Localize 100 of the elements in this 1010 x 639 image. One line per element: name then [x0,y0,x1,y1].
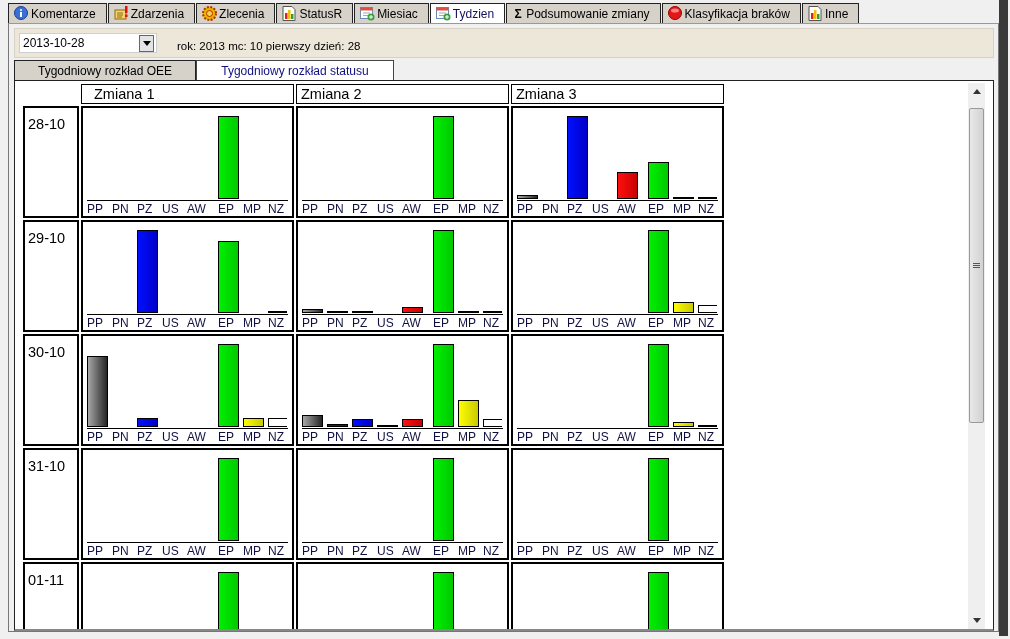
axis-label: PN [542,430,560,444]
tab[interactable]: Inne [801,3,860,23]
axis-label: PN [327,544,345,558]
tab[interactable]: Miesiac [354,3,429,23]
axis-label: EP [218,202,235,216]
axis-label: US [162,430,180,444]
axis-label: PP [87,544,104,558]
axis-label: NZ [268,544,285,558]
axis-label: PP [517,316,534,330]
axis-label: AW [187,430,207,444]
axis-label: PN [112,202,130,216]
axis-label: US [377,544,395,558]
axis-label: PP [87,316,104,330]
axis-label: PZ [352,202,369,216]
axis-label: MP [673,430,692,444]
axis-label: MP [243,316,262,330]
axis-label: AW [402,202,422,216]
axis-label: PZ [137,316,154,330]
dropdown-button[interactable] [139,34,154,52]
row-header: 30-10 [23,334,79,446]
axis-label: MP [243,544,262,558]
row-header: 31-10 [23,448,79,560]
axis-label: PN [327,430,345,444]
axis-label: AW [187,544,207,558]
axis-label: MP [458,430,477,444]
axis-label: EP [433,202,450,216]
tab[interactable]: Zdarzenia [107,3,196,23]
date-combo[interactable]: 2013-10-28 [19,33,157,53]
scroll-up-icon[interactable] [972,89,981,94]
axis-label: NZ [268,430,285,444]
bar [648,572,669,629]
axis-label: PZ [567,316,584,330]
bar [218,572,239,629]
axis-label: NZ [698,430,715,444]
axis-label: MP [673,316,692,330]
scrollbar[interactable] [968,83,985,629]
tab[interactable]: Zlecenia [196,3,276,23]
axis-label: US [592,430,610,444]
axis-label: NZ [268,316,285,330]
axis-label: AW [402,316,422,330]
axis-label: PZ [567,202,584,216]
axis-label: NZ [483,202,500,216]
axis-label: EP [648,544,665,558]
axis-label: EP [433,430,450,444]
axis-label: PZ [137,202,154,216]
axis-label: EP [433,316,450,330]
axis-label: MP [673,544,692,558]
axis-label: PN [112,316,130,330]
bar [433,572,454,629]
axis-label: PZ [137,430,154,444]
axis-label: EP [433,544,450,558]
subtab[interactable]: Tygodniowy rozkład statusu [196,60,394,80]
axis-label: PP [517,202,534,216]
axis-label: PN [327,316,345,330]
axis-label: PZ [352,316,369,330]
axis-label: PP [87,202,104,216]
column-header: Zmiana 3 [511,84,724,104]
axis-label: AW [402,544,422,558]
axis-label: EP [218,316,235,330]
axis-label: PZ [567,430,584,444]
axis-label: PZ [352,430,369,444]
scroll-down-icon[interactable] [972,618,981,623]
axis-label: EP [218,430,235,444]
axis-label: PZ [567,544,584,558]
axis-label: NZ [698,202,715,216]
axis-label: MP [243,430,262,444]
axis-label: MP [673,202,692,216]
axis-label: EP [648,430,665,444]
tab[interactable]: Σ Podsumowanie zmiany [506,3,661,23]
axis-label: PZ [352,544,369,558]
axis-label: US [592,202,610,216]
axis-label: US [377,316,395,330]
grip-icon [973,262,980,269]
subtab[interactable]: Tygodniowy rozkład OEE [14,60,196,80]
axis-label: PN [327,202,345,216]
scroll-thumb[interactable] [969,108,984,423]
axis-label: PP [302,430,319,444]
note-icon [113,6,129,21]
axis-label: AW [617,202,637,216]
gear-icon [202,6,218,21]
ball-icon [667,6,683,21]
calendar-icon [435,6,451,21]
axis-label: US [162,316,180,330]
tab[interactable]: Komentarze [8,3,107,23]
axis-label: NZ [483,544,500,558]
axis-label: US [377,202,395,216]
tab[interactable]: Tydzien [429,3,506,23]
calendar-icon [360,6,376,21]
axis-label: NZ [698,544,715,558]
axis-label: NZ [483,316,500,330]
axis-label: US [592,544,610,558]
bar-chart-icon [282,6,298,21]
axis-label: AW [402,430,422,444]
axis-label: US [377,430,395,444]
axis-label: PP [302,544,319,558]
tab[interactable]: Klasyfikacja braków [661,3,801,23]
tab[interactable]: StatusR [276,3,354,23]
axis-label: NZ [268,202,285,216]
axis-label: EP [218,544,235,558]
axis-label: MP [458,544,477,558]
